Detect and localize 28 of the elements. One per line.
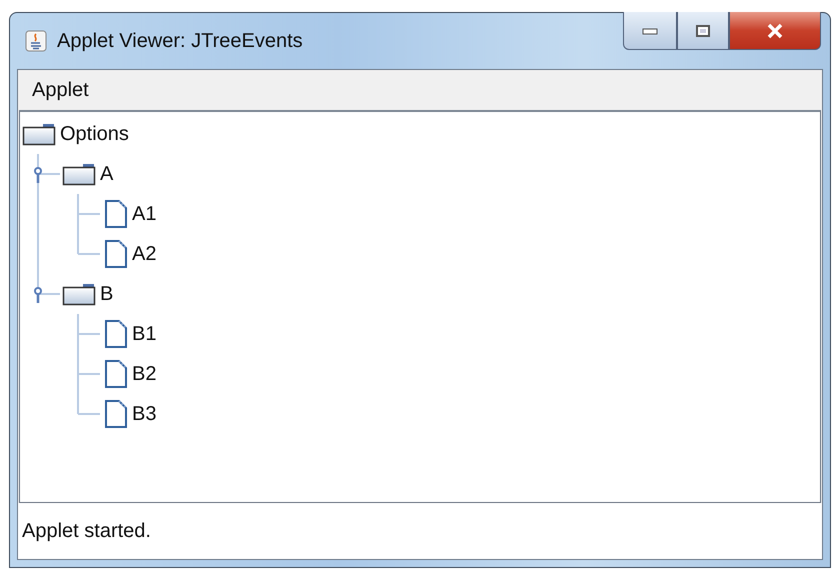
close-button[interactable] [729,12,821,50]
tree-node-label[interactable]: A1 [132,202,156,226]
status-text: Applet started. [22,520,151,542]
tree-node-label[interactable]: B3 [132,402,156,426]
maximize-icon [695,24,711,38]
expanded-handle-icon[interactable] [31,286,45,304]
minimize-icon [642,26,658,34]
document-icon [104,199,128,229]
expanded-handle-icon[interactable] [31,166,45,184]
maximize-button[interactable] [677,12,729,50]
menu-item[interactable]: Applet [32,78,89,102]
tree-node-label[interactable]: A2 [132,242,156,266]
document-icon [104,399,128,429]
document-icon [104,239,128,269]
window-title: Applet Viewer: JTreeEvents [57,30,303,52]
tree-node-label[interactable]: B [100,282,114,306]
tree-node-label[interactable]: A [100,162,114,186]
document-icon [104,359,128,389]
minimize-button[interactable] [623,12,677,50]
tree-node-label[interactable]: Options [60,122,129,146]
close-icon [765,22,785,38]
coffee-cup-icon [25,30,47,52]
tree-node-label[interactable]: B1 [132,322,156,346]
tree-node-label[interactable]: B2 [132,362,156,386]
folder-icon [62,282,96,306]
document-icon [104,319,128,349]
folder-icon [62,162,96,186]
folder-icon [22,122,56,146]
